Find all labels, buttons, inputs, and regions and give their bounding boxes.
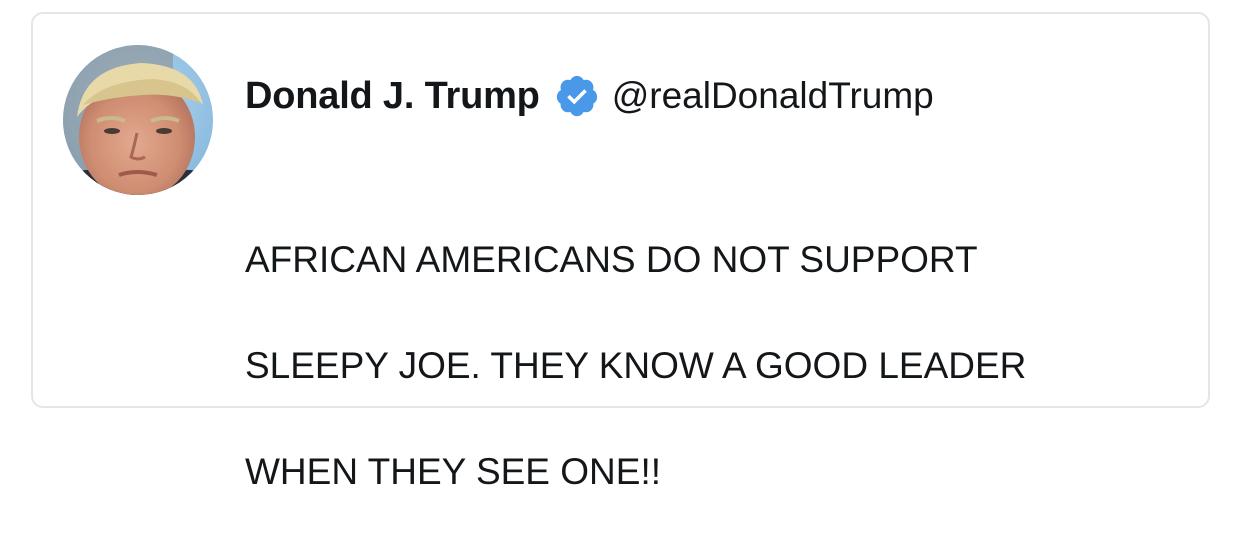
tweet-card: Donald J. Trump @realDonaldTrump AFRICAN… (31, 12, 1210, 492)
tweet-text: AFRICAN AMERICANS DO NOT SUPPORT SLEEPY … (245, 180, 1165, 551)
profile-photo-icon (63, 45, 213, 195)
verified-badge-icon (554, 73, 600, 119)
tweet-text-line: WHEN THEY SEE ONE!! (245, 451, 661, 492)
user-handle[interactable]: @realDonaldTrump (612, 75, 934, 117)
display-name[interactable]: Donald J. Trump (245, 75, 540, 118)
tweet-header: Donald J. Trump @realDonaldTrump (245, 72, 934, 120)
avatar[interactable] (63, 45, 213, 195)
tweet-text-line: SLEEPY JOE. THEY KNOW A GOOD LEADER (245, 345, 1027, 386)
tweet-text-line: AFRICAN AMERICANS DO NOT SUPPORT (245, 239, 978, 280)
